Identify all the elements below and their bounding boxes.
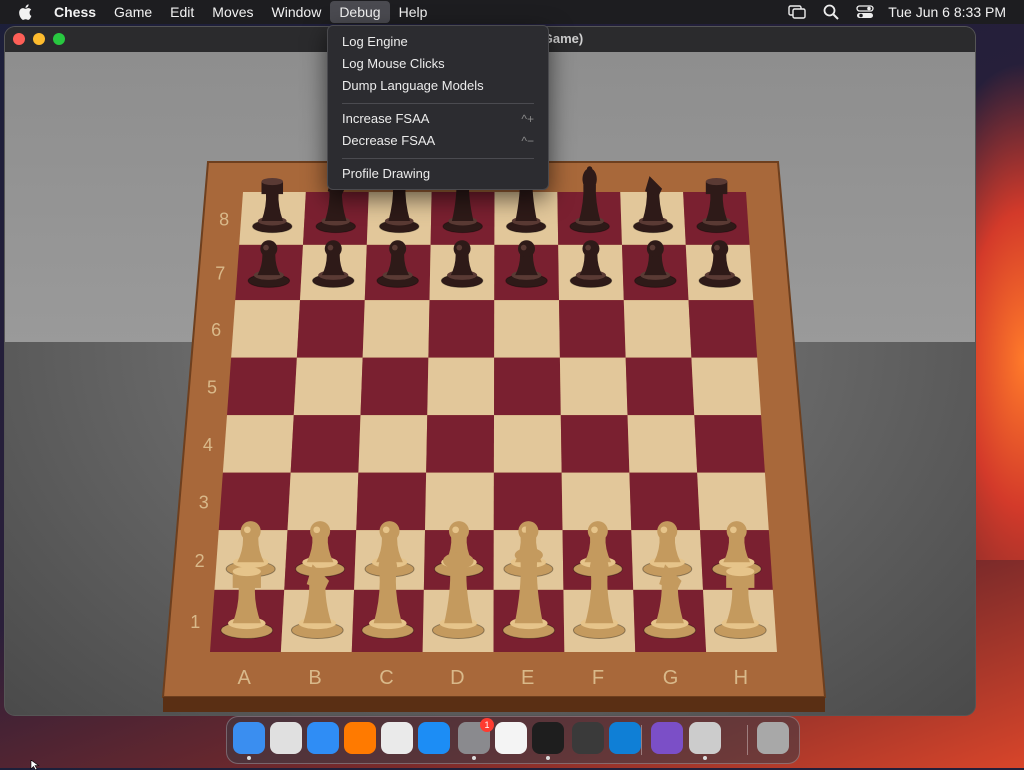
menu-window[interactable]: Window	[263, 1, 331, 23]
menu-separator	[342, 103, 534, 104]
rank-label: 1	[190, 612, 200, 632]
firefox-icon[interactable]	[344, 722, 376, 754]
control-center-icon[interactable]	[854, 3, 876, 21]
menu-item-dump-language-models[interactable]: Dump Language Models	[334, 75, 542, 97]
rank-label: 8	[219, 209, 229, 229]
menu-debug[interactable]: Debug	[330, 1, 390, 23]
dock-separator	[747, 725, 748, 755]
menu-item-increase-fsaa[interactable]: Increase FSAA ^+	[334, 108, 542, 130]
board-square-g5	[625, 357, 695, 416]
running-indicator	[703, 756, 707, 760]
board-square-f4	[560, 415, 630, 473]
instruments-icon[interactable]	[572, 722, 604, 754]
menu-item-log-engine[interactable]: Log Engine	[334, 31, 542, 53]
board-square-f5	[559, 357, 628, 416]
file-label: D	[450, 667, 464, 689]
menu-bar-clock[interactable]: Tue Jun 6 8:33 PM	[888, 4, 1006, 20]
board-frame-edge	[163, 697, 825, 712]
system-settings-icon[interactable]: 1	[458, 718, 494, 760]
board-square-b5	[293, 357, 363, 416]
menu-help[interactable]: Help	[390, 1, 437, 23]
rank-label: 2	[195, 551, 205, 571]
menu-edit[interactable]: Edit	[161, 1, 203, 23]
board-square-b4	[290, 415, 361, 473]
visual-studio-icon[interactable]	[651, 722, 683, 754]
board-square-a3	[218, 472, 291, 531]
file-label: F	[592, 667, 604, 689]
dock-separator	[641, 725, 642, 755]
chess-icon[interactable]	[689, 722, 721, 760]
file-label: A	[237, 667, 251, 689]
board-square-a4	[222, 415, 294, 473]
rank-label: 6	[211, 320, 221, 340]
board-square-g6	[623, 300, 692, 358]
rank-label: 5	[207, 377, 217, 397]
menu-moves[interactable]: Moves	[203, 1, 262, 23]
shortcut-label: ^−	[521, 134, 534, 148]
app-store-icon[interactable]	[418, 722, 450, 754]
chrome-icon[interactable]	[381, 722, 413, 754]
file-label: G	[663, 667, 679, 689]
screen-mirroring-icon[interactable]	[786, 3, 808, 21]
launchpad-icon[interactable]	[270, 722, 302, 754]
board-square-h6	[688, 300, 758, 358]
finder-icon[interactable]	[233, 722, 265, 760]
board-square-a5	[226, 357, 297, 416]
rank-label: 3	[199, 492, 209, 512]
running-indicator	[546, 756, 550, 760]
file-label: E	[521, 667, 534, 689]
board-square-e5	[494, 357, 561, 416]
board-square-c5	[360, 357, 429, 416]
board-square-h5	[691, 357, 762, 416]
terminal-icon[interactable]	[532, 722, 564, 760]
menu-separator	[342, 158, 534, 159]
menu-item-profile-drawing[interactable]: Profile Drawing	[334, 163, 542, 185]
menu-item-decrease-fsaa[interactable]: Decrease FSAA ^−	[334, 130, 542, 152]
running-indicator	[247, 756, 251, 760]
menu-game[interactable]: Game	[105, 1, 161, 23]
board-square-g4	[627, 415, 698, 473]
board-square-h4	[694, 415, 765, 473]
menu-bar: Chess Game Edit Moves Window Debug Help …	[0, 0, 1024, 24]
board-square-c6	[362, 300, 430, 358]
board-square-d5	[427, 357, 495, 416]
file-label: B	[308, 667, 321, 689]
file-label: H	[734, 667, 748, 689]
board-square-d4	[426, 415, 495, 473]
debug-menu: Log Engine Log Mouse Clicks Dump Languag…	[327, 25, 549, 190]
notification-badge: 1	[480, 718, 494, 732]
board-square-e4	[493, 415, 562, 473]
board-square-h3	[697, 472, 769, 531]
textedit-icon[interactable]	[495, 722, 527, 754]
apple-menu-icon[interactable]	[17, 3, 35, 21]
menu-app-name[interactable]: Chess	[45, 1, 105, 23]
rank-label: 7	[215, 264, 225, 284]
running-indicator	[472, 756, 476, 760]
search-icon[interactable]	[820, 3, 842, 21]
mouse-pointer-icon	[30, 760, 40, 770]
menu-item-log-mouse-clicks[interactable]: Log Mouse Clicks	[334, 53, 542, 75]
dock: 1	[226, 716, 800, 764]
safari-icon[interactable]	[307, 722, 339, 754]
board-square-a6	[231, 300, 300, 358]
trash-icon[interactable]	[757, 722, 789, 754]
board-square-b6	[296, 300, 365, 358]
rank-label: 4	[203, 435, 213, 455]
shortcut-label: ^+	[521, 112, 534, 126]
board-square-e6	[494, 300, 560, 358]
board-square-b3	[287, 472, 359, 531]
file-label: C	[379, 667, 393, 689]
board-square-f6	[559, 300, 626, 358]
board-square-d6	[428, 300, 495, 358]
board-square-c4	[358, 415, 428, 473]
vscode-icon[interactable]	[609, 722, 641, 754]
